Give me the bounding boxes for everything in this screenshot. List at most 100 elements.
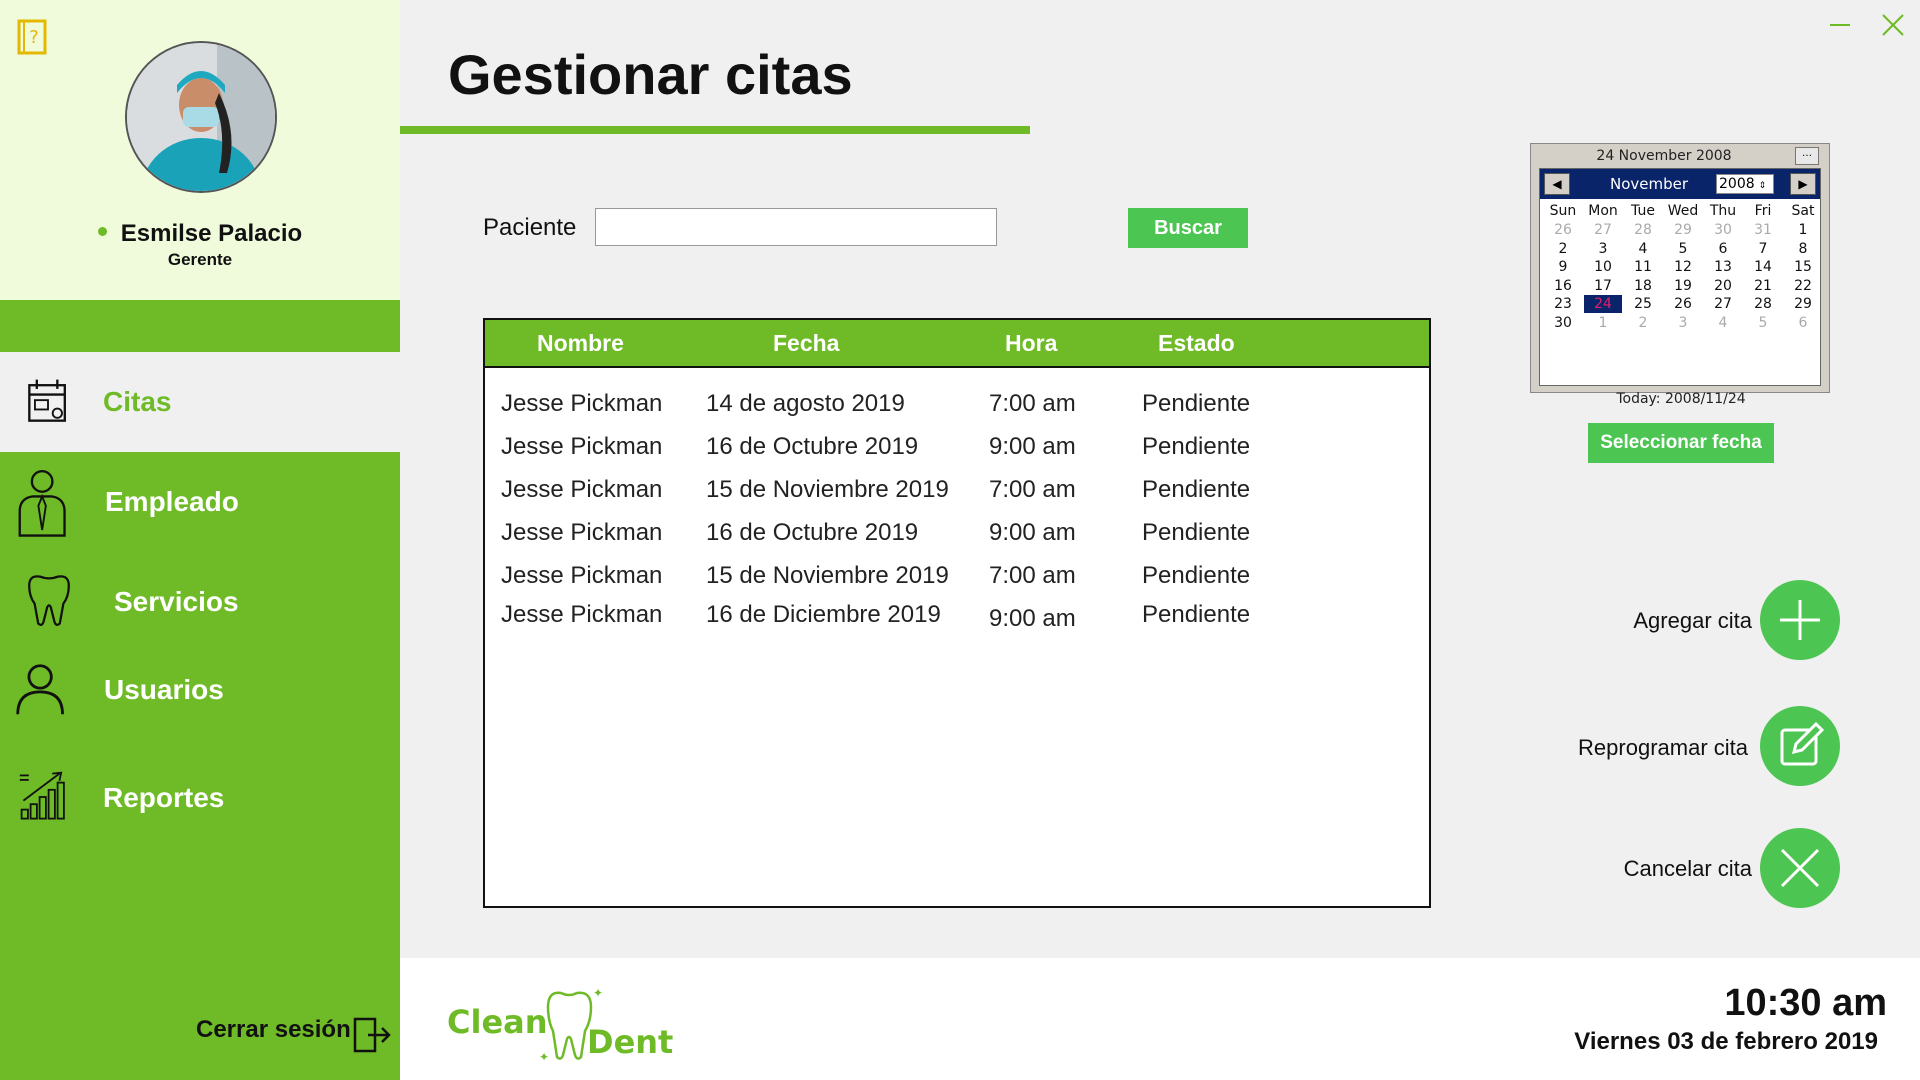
calendar-day[interactable]: 29 [1784,295,1822,313]
add-appointment-label[interactable]: Agregar cita [1633,608,1752,634]
nav-label: Empleado [105,486,239,517]
calendar-today[interactable]: Today: 2008/11/24 [1540,391,1822,407]
next-month-icon[interactable]: ▶ [1790,173,1816,195]
calendar-day[interactable]: 22 [1784,277,1822,295]
calendar-day[interactable]: 2 [1544,240,1582,258]
reschedule-appointment-button[interactable] [1760,706,1840,786]
calendar-day[interactable]: 2 [1624,314,1662,332]
calendar-month[interactable]: November [1610,175,1688,193]
calendar-day-name: Sat [1791,203,1815,219]
calendar-day[interactable]: 1 [1784,221,1822,239]
nav-item-empleado[interactable]: Empleado [0,452,400,552]
cell-name: Jesse Pickman [501,562,663,589]
calendar-day[interactable]: 17 [1584,277,1622,295]
calendar-day[interactable]: 9 [1544,258,1582,276]
close-icon[interactable] [1880,12,1906,38]
cancel-appointment-label[interactable]: Cancelar cita [1624,856,1752,882]
profile-panel: ? Esmilse Palacio Gerente [0,0,400,300]
calendar-day[interactable]: 16 [1544,277,1582,295]
avatar [125,41,277,193]
calendar-day[interactable]: 27 [1584,221,1622,239]
calendar-year-spinner[interactable]: 2008 ⇕ [1716,174,1774,194]
calendar-day[interactable]: 10 [1584,258,1622,276]
calendar-more-button[interactable]: … [1795,147,1819,165]
minimize-icon[interactable] [1830,24,1850,26]
calendar-day[interactable]: 31 [1744,221,1782,239]
search-button[interactable]: Buscar [1128,208,1248,248]
help-book-icon[interactable]: ? [16,18,50,58]
cell-name: Jesse Pickman [501,519,663,546]
calendar-day-name: Tue [1631,203,1655,219]
column-header[interactable]: Nombre [537,320,624,366]
nav-item-citas[interactable]: Citas [0,352,400,452]
patient-search-input[interactable] [595,208,997,246]
calendar-day[interactable]: 19 [1664,277,1702,295]
calendar-day[interactable]: 4 [1704,314,1742,332]
calendar-day[interactable]: 30 [1704,221,1742,239]
calendar-day[interactable]: 20 [1704,277,1742,295]
column-header[interactable]: Estado [1158,320,1235,366]
page-title: Gestionar citas [448,43,853,106]
cell-status: Pendiente [1142,390,1251,417]
calendar-day[interactable]: 3 [1584,240,1622,258]
calendar-date-header: 24 November 2008 [1596,148,1732,164]
patient-label: Paciente [483,214,577,241]
reschedule-appointment-label[interactable]: Reprogramar cita [1578,735,1748,761]
cell-time: 7:00 am [989,390,1076,417]
column-header[interactable]: Hora [1005,320,1057,366]
cell-name: Jesse Pickman [501,476,663,503]
calendar-day[interactable]: 3 [1664,314,1702,332]
calendar-day[interactable]: 25 [1624,295,1662,313]
calendar-day[interactable]: 12 [1664,258,1702,276]
month-calendar[interactable]: 24 November 2008 … ◀ November 2008 ⇕ ▶ Su… [1530,143,1830,407]
cell-name: Jesse Pickman [501,390,663,417]
calendar-day[interactable]: 6 [1704,240,1742,258]
calendar-day[interactable]: 28 [1744,295,1782,313]
calendar-day[interactable]: 14 [1744,258,1782,276]
calendar-day[interactable]: 15 [1784,258,1822,276]
spinner-icon[interactable]: ⇕ [1759,181,1767,191]
table-row[interactable]: Jesse Pickman 16 de Diciembre 2019 9:00 … [485,593,1429,636]
table-row[interactable]: Jesse Pickman 16 de Octubre 2019 9:00 am… [485,425,1429,468]
table-row[interactable]: Jesse Pickman 14 de agosto 2019 7:00 am … [485,382,1429,425]
calendar-day[interactable]: 21 [1744,277,1782,295]
select-date-button[interactable]: Seleccionar fecha [1588,423,1774,463]
calendar-day[interactable]: 11 [1624,258,1662,276]
calendar-day[interactable]: 30 [1544,314,1582,332]
calendar-day[interactable]: 13 [1704,258,1742,276]
calendar-day[interactable]: 23 [1544,295,1582,313]
calendar-day[interactable]: 24 [1584,295,1622,314]
cell-name: Jesse Pickman [501,601,663,628]
add-appointment-button[interactable] [1760,580,1840,660]
logout-icon[interactable] [352,1015,392,1055]
calendar-day[interactable]: 27 [1704,295,1742,313]
logo-word2: Dent [587,1023,673,1061]
cancel-appointment-button[interactable] [1760,828,1840,908]
calendar-day[interactable]: 5 [1744,314,1782,332]
calendar-day[interactable]: 1 [1584,314,1622,332]
calendar-day[interactable]: 8 [1784,240,1822,258]
calendar-day[interactable]: 7 [1744,240,1782,258]
nav-label: Servicios [114,586,239,617]
calendar-day-name: Wed [1667,203,1699,219]
logout-link[interactable]: Cerrar sesión [196,1016,351,1044]
calendar-day[interactable]: 26 [1544,221,1582,239]
column-header[interactable]: Fecha [773,320,839,366]
table-row[interactable]: Jesse Pickman 16 de Octubre 2019 9:00 am… [485,511,1429,554]
calendar-day[interactable]: 6 [1784,314,1822,332]
calendar-day[interactable]: 28 [1624,221,1662,239]
nav-item-servicios[interactable]: Servicios [0,552,400,652]
calendar-day[interactable]: 29 [1664,221,1702,239]
clock-date: Viernes 03 de febrero 2019 [1574,1028,1878,1055]
prev-month-icon[interactable]: ◀ [1544,173,1570,195]
nav-item-usuarios[interactable]: Usuarios [0,640,400,740]
calendar-day[interactable]: 5 [1664,240,1702,258]
cell-status: Pendiente [1142,519,1251,546]
calendar-day[interactable]: 4 [1624,240,1662,258]
cell-status: Pendiente [1142,476,1251,503]
table-row[interactable]: Jesse Pickman 15 de Noviembre 2019 7:00 … [485,554,1429,597]
table-row[interactable]: Jesse Pickman 15 de Noviembre 2019 7:00 … [485,468,1429,511]
calendar-day[interactable]: 26 [1664,295,1702,313]
nav-item-reportes[interactable]: Reportes [0,748,400,848]
calendar-day[interactable]: 18 [1624,277,1662,295]
